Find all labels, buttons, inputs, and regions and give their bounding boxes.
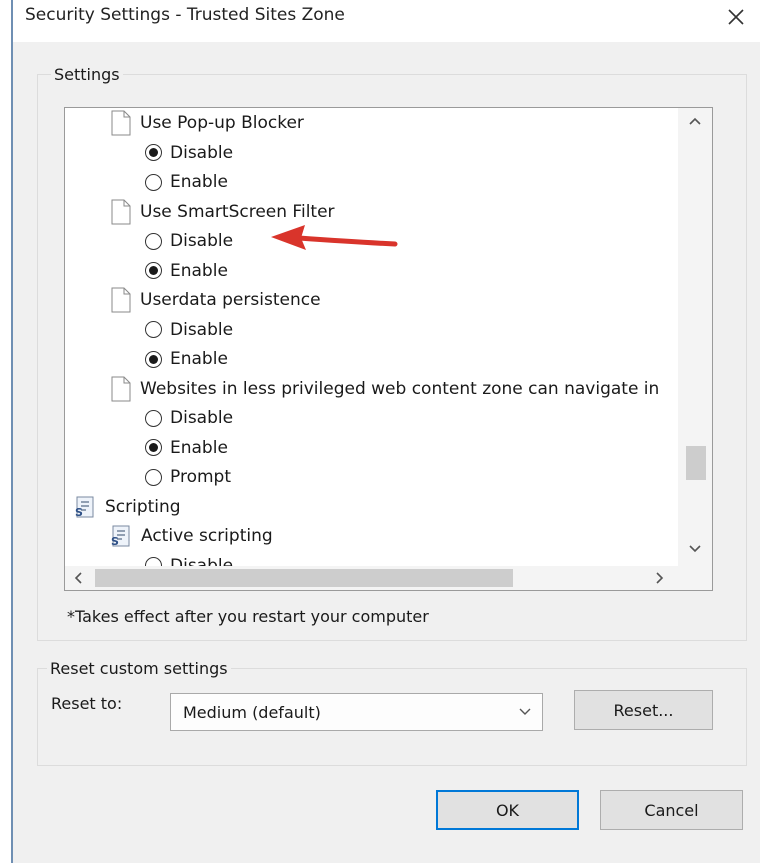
radio-option[interactable]: Disable [145,316,233,344]
radio-button-icon[interactable] [145,350,162,368]
scripting-category: S Active scripting [109,522,273,550]
security-settings-dialog: Security Settings - Trusted Sites Zone S… [11,0,760,863]
radio-button-icon[interactable] [145,409,162,427]
horizontal-scroll-thumb[interactable] [95,569,513,587]
settings-list[interactable]: Use Pop-up Blocker Disable Enable Use Smart… [64,107,713,591]
reset-group-label: Reset custom settings [47,659,231,679]
radio-option[interactable]: Enable [145,345,228,373]
row-label: Enable [170,437,228,458]
radio-button-icon[interactable] [145,173,162,191]
horizontal-scrollbar[interactable] [65,566,712,590]
radio-button-icon[interactable] [145,232,162,250]
scroll-down-button[interactable] [678,536,712,562]
row-label: Disable [170,231,234,251]
radio-option[interactable]: Disable [145,404,233,432]
setting-category: Use Pop-up Blocker [110,109,304,137]
scripting-category: S Scripting [73,493,181,521]
scroll-right-button[interactable] [647,566,673,590]
radio-option[interactable]: Prompt [145,463,231,491]
row-label: Scripting [105,496,181,517]
vertical-scroll-thumb[interactable] [686,446,706,480]
select-chevron [508,708,542,716]
red-annotation-arrow [271,225,398,250]
row-label: Userdata persistence [140,290,321,310]
row-label: Active scripting [141,526,273,546]
script-icon: S [75,496,94,519]
chevron-up-icon [689,117,701,125]
radio-option[interactable]: Disable [145,139,233,167]
script-icon: S [111,525,130,548]
radio-option[interactable]: Enable [145,257,228,285]
svg-text:S: S [111,535,119,548]
chevron-down-icon [519,708,531,715]
radio-option[interactable]: Disable [145,227,233,255]
setting-category: Userdata persistence [110,286,321,314]
radio-option[interactable]: Enable [145,168,228,196]
cancel-button[interactable]: Cancel [600,790,743,830]
chevron-down-icon [689,545,701,553]
radio-button-icon[interactable] [145,321,162,338]
row-label: Enable [170,260,228,281]
chevron-right-icon [656,572,664,584]
setting-category: Websites in less privileged web content … [110,375,659,403]
close-icon [728,9,744,25]
row-label: Disable [170,319,234,340]
row-label: Enable [170,172,228,192]
row-label: Prompt [170,467,231,487]
title-bar: Security Settings - Trusted Sites Zone [13,0,760,42]
window-title: Security Settings - Trusted Sites Zone [25,5,345,25]
reset-to-label: Reset to: [51,694,123,713]
row-label: Disable [170,408,234,428]
row-label: Use Pop-up Blocker [140,113,304,133]
document-icon [111,287,131,313]
row-label: Disable [170,142,234,163]
radio-button-icon[interactable] [145,262,162,279]
document-icon [111,110,131,136]
row-label: Use SmartScreen Filter [140,201,335,222]
scroll-left-button[interactable] [65,566,91,590]
close-button[interactable] [716,0,756,34]
row-label: Websites in less privileged web content … [140,378,660,399]
reset-level-value: Medium (default) [183,702,321,722]
reset-level-select[interactable]: Medium (default) [170,693,543,731]
chevron-left-icon [74,572,82,584]
annotation-arrow-head [271,225,306,250]
radio-option[interactable]: Enable [145,434,228,462]
scroll-up-button[interactable] [678,108,712,134]
ok-button[interactable]: OK [436,790,579,830]
svg-text:S: S [75,506,83,519]
vertical-scrollbar[interactable] [678,108,712,566]
radio-button-icon[interactable] [145,144,162,161]
radio-button-icon[interactable] [145,439,162,456]
annotation-arrow-shaft [296,235,398,247]
document-icon [111,376,131,401]
restart-note: *Takes effect after you restart your com… [67,607,429,626]
document-icon [111,199,131,224]
row-label: Enable [170,349,228,369]
radio-button-icon[interactable] [145,468,162,486]
reset-button[interactable]: Reset... [574,690,713,730]
settings-group-label: Settings [51,65,123,85]
